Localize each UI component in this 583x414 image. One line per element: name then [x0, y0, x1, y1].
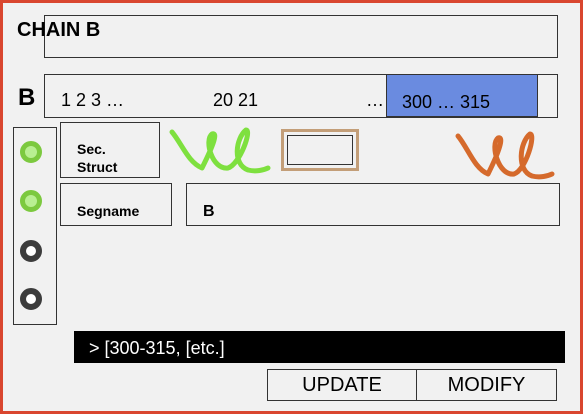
- sec-struct-swatch[interactable]: [281, 129, 359, 171]
- chain-letter: B: [18, 84, 36, 111]
- modify-button[interactable]: MODIFY: [416, 369, 557, 401]
- segname-label-box: Segname: [60, 183, 172, 226]
- sec-struct-label-box: Sec. Struct: [60, 122, 160, 178]
- update-button[interactable]: UPDATE: [267, 369, 417, 401]
- sequence-middle-label[interactable]: 20 21: [213, 90, 258, 111]
- sec-struct-scribble-orange: [455, 131, 555, 180]
- radio-option-1[interactable]: [20, 141, 42, 163]
- radio-option-2[interactable]: [20, 190, 42, 212]
- sequence-selection-label: 300 … 315: [402, 92, 491, 112]
- sec-struct-scribble-green: [169, 127, 271, 174]
- segname-field[interactable]: B: [186, 183, 560, 226]
- sec-struct-label-line1: Sec.: [77, 141, 106, 157]
- sec-struct-label-line2: Struct: [77, 159, 118, 175]
- radio-option-4[interactable]: [20, 288, 42, 310]
- sequence-start-label[interactable]: 1 2 3 …: [61, 90, 124, 111]
- console-text: > [300-315, [etc.]: [89, 338, 225, 358]
- sequence-ellipsis: …: [366, 90, 384, 110]
- segname-value: B: [203, 203, 215, 220]
- chain-title-box: [44, 15, 558, 58]
- segname-label: Segname: [77, 203, 140, 219]
- sec-struct-swatch-inner: [287, 135, 353, 165]
- radio-option-3[interactable]: [20, 240, 42, 262]
- command-console[interactable]: > [300-315, [etc.]: [74, 331, 565, 363]
- chain-title: CHAIN B: [17, 19, 101, 41]
